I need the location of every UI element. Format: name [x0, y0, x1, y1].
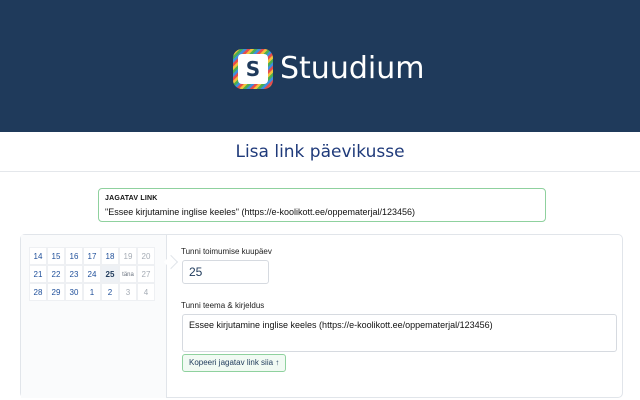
share-link-label: JAGATAV LINK: [105, 195, 158, 202]
date-input[interactable]: 25: [182, 260, 269, 284]
calendar-day[interactable]: 21: [29, 265, 47, 283]
calendar-day[interactable]: 17: [83, 247, 101, 265]
calendar-day[interactable]: 15: [47, 247, 65, 265]
header-bar: S Stuudium: [0, 0, 640, 132]
logo-letter: S: [245, 57, 261, 81]
calendar-day[interactable]: 18: [101, 247, 119, 265]
calendar-day[interactable]: 25: [101, 265, 119, 283]
calendar-day[interactable]: 4: [137, 283, 155, 301]
stuudium-logo-icon: S: [233, 49, 273, 89]
calendar-day[interactable]: 1: [83, 283, 101, 301]
calendar-day[interactable]: 30: [65, 283, 83, 301]
calendar-day[interactable]: 23: [65, 265, 83, 283]
calendar-day-today[interactable]: täna: [119, 265, 137, 283]
brand-name: Stuudium: [280, 51, 425, 86]
calendar-day[interactable]: 2: [101, 283, 119, 301]
calendar-day[interactable]: 16: [65, 247, 83, 265]
calendar-day[interactable]: 3: [119, 283, 137, 301]
calendar-day[interactable]: 24: [83, 265, 101, 283]
topic-label: Tunni teema & kirjeldus: [181, 301, 265, 310]
lesson-panel: 14 15 16 17 18 19 20 21 22 23 24 25 täna 27 28 29 30 1 2 3 4…: [20, 234, 623, 398]
page-title: Lisa link päevikusse: [235, 142, 405, 162]
share-link-value[interactable]: "Essee kirjutamine inglise keeles" (http…: [105, 207, 415, 217]
calendar-day[interactable]: 19: [119, 247, 137, 265]
topic-textarea[interactable]: Essee kirjutamine inglise keeles (https:…: [182, 314, 617, 352]
calendar-day[interactable]: 29: [47, 283, 65, 301]
calendar: 14 15 16 17 18 19 20 21 22 23 24 25 täna 27 28 29 30 1 2 3 4: [21, 235, 167, 398]
calendar-day[interactable]: 28: [29, 283, 47, 301]
share-link-box[interactable]: JAGATAV LINK "Essee kirjutamine inglise …: [98, 188, 546, 222]
date-label: Tunni toimumise kuupäev: [181, 247, 272, 256]
calendar-day[interactable]: 27: [137, 265, 155, 283]
calendar-day[interactable]: 14: [29, 247, 47, 265]
copy-link-button[interactable]: Kopeeri jagatav link siia ↑: [182, 354, 287, 372]
calendar-day[interactable]: 22: [47, 265, 65, 283]
calendar-day[interactable]: 20: [137, 247, 155, 265]
